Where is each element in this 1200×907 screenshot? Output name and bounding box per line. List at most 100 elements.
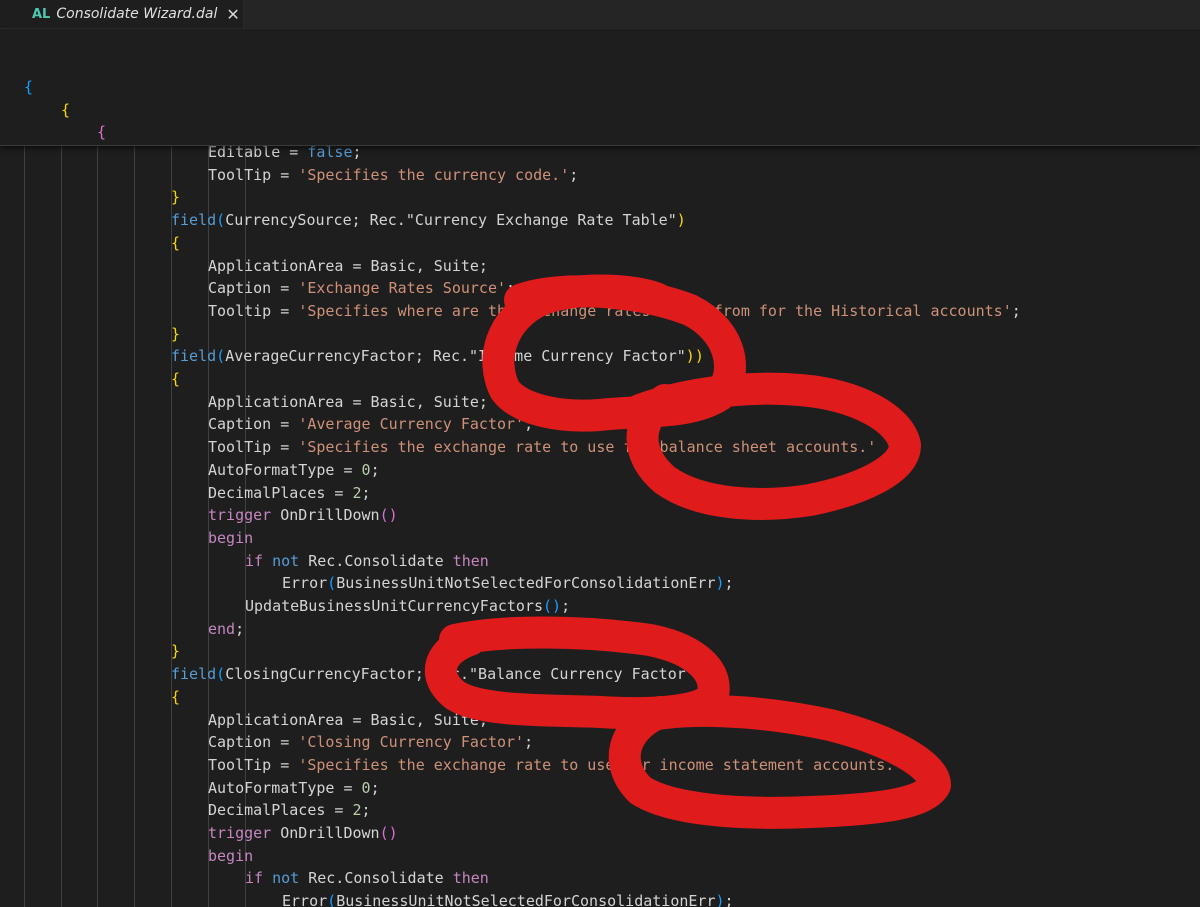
code-line[interactable]: ToolTip = 'Specifies the exchange rate t… (208, 436, 876, 459)
code-token: DecimalPlaces (208, 483, 326, 502)
code-line[interactable]: field(AverageCurrencyFactor; Rec."Income… (171, 345, 704, 368)
code-token: UpdateBusinessUnitCurrencyFactors (245, 597, 544, 615)
code-token: Tooltip (208, 301, 272, 320)
code-line[interactable]: if not Rec.Consolidate then (245, 550, 489, 573)
code-line[interactable]: { (171, 686, 180, 709)
code-token: { (171, 370, 181, 388)
sticky-brace-2[interactable]: { (61, 99, 70, 121)
code-token: 'Specifies the exchange rate to use for … (298, 755, 904, 774)
code-token: = (271, 301, 299, 320)
code-token: 'Specifies the exchange rate to use for … (298, 438, 877, 457)
code-token: ) (715, 574, 725, 593)
sticky-brace-1[interactable]: { (24, 76, 33, 98)
code-token: ( (216, 347, 226, 366)
code-line[interactable]: Error(BusinessUnitNotSelectedForConsolid… (282, 572, 734, 595)
code-token: = (271, 279, 299, 298)
code-line[interactable]: { (171, 368, 180, 391)
code-token: begin (208, 846, 254, 865)
code-line[interactable]: } (171, 323, 180, 346)
code-token: ; (361, 483, 371, 502)
code-token: AutoFormatType (208, 778, 335, 797)
code-token: 0 (361, 778, 371, 797)
code-line[interactable]: ApplicationArea = Basic, Suite; (208, 709, 488, 732)
code-line[interactable]: end; (208, 618, 244, 641)
code-token: CurrencySource; Rec. (225, 211, 406, 230)
code-line[interactable]: field(CurrencySource; Rec."Currency Exch… (171, 209, 686, 232)
indent-guide (171, 145, 172, 907)
code-token: ) (694, 665, 704, 684)
code-token: = (271, 755, 299, 774)
code-token: ; (370, 778, 380, 797)
code-token: = (334, 460, 362, 479)
code-token: DecimalPlaces (208, 801, 326, 820)
code-line[interactable]: Error(BusinessUnitNotSelectedForConsolid… (282, 890, 734, 907)
code-token: not (272, 869, 300, 888)
code-line[interactable]: AutoFormatType = 0; (208, 777, 380, 800)
code-token: ; (524, 415, 534, 434)
tab-consolidate-wizard[interactable]: AL Consolidate Wizard.dal ✕ (0, 0, 244, 28)
code-token: 'Specifies where are the exchange rates … (298, 301, 1012, 320)
code-token: ; (724, 574, 734, 593)
code-line[interactable]: begin (208, 845, 253, 868)
code-line[interactable]: Editable = false; (208, 145, 362, 164)
code-line[interactable]: trigger OnDrillDown() (208, 504, 398, 527)
code-token: ; (561, 597, 571, 615)
code-line[interactable]: ApplicationArea = Basic, Suite; (208, 391, 488, 414)
close-icon[interactable]: ✕ (226, 5, 239, 24)
indent-guide (134, 145, 135, 907)
code-token: begin (208, 528, 254, 547)
code-token: ( (327, 574, 337, 593)
code-line[interactable]: if not Rec.Consolidate then (245, 867, 489, 890)
code-line[interactable]: DecimalPlaces = 2; (208, 482, 371, 505)
code-token: ; (724, 892, 734, 907)
code-line[interactable]: } (171, 186, 180, 209)
code-line[interactable]: trigger OnDrillDown() (208, 822, 398, 845)
code-line[interactable]: { (171, 232, 180, 255)
code-token: OnDrillDown (280, 824, 380, 842)
code-token: = (280, 145, 308, 161)
code-token: ) (685, 347, 695, 366)
sticky-brace-3[interactable]: { (97, 121, 106, 143)
code-line[interactable]: Caption = 'Average Currency Factor'; (208, 413, 533, 436)
code-token: ; (569, 165, 579, 184)
code-line[interactable]: Tooltip = 'Specifies where are the excha… (208, 300, 1021, 323)
code-line[interactable]: ApplicationArea = Basic, Suite; (208, 255, 488, 278)
code-token: ; (1011, 301, 1021, 320)
code-line[interactable]: field(ClosingCurrencyFactor; Rec."Balanc… (171, 663, 704, 686)
code-token: = Basic, Suite; (343, 392, 488, 411)
code-line[interactable]: ToolTip = 'Specifies the currency code.'… (208, 164, 578, 187)
code-token: ClosingCurrencyFactor; Rec. (225, 665, 470, 684)
code-line[interactable]: } (171, 640, 180, 663)
code-line[interactable]: AutoFormatType = 0; (208, 459, 380, 482)
code-editor[interactable]: Editable = false; ToolTip = 'Specifies th… (0, 145, 1200, 907)
code-token: Editable (208, 145, 281, 161)
code-token: ( (327, 892, 337, 907)
code-line[interactable]: begin (208, 527, 253, 550)
code-token: then (452, 869, 489, 888)
code-token: "Income Currency Factor" (469, 347, 686, 366)
code-token: "Balance Currency Factor" (469, 665, 695, 684)
code-token: ; (235, 619, 245, 638)
code-token: } (171, 324, 181, 343)
code-token: AutoFormatType (208, 460, 335, 479)
code-token: () (379, 824, 398, 842)
code-line[interactable]: ToolTip = 'Specifies the exchange rate t… (208, 754, 912, 777)
code-line[interactable]: Caption = 'Exchange Rates Source'; (208, 277, 515, 300)
code-token: Error (282, 892, 328, 907)
code-line[interactable]: Caption = 'Closing Currency Factor'; (208, 731, 533, 754)
code-token: if (245, 551, 264, 570)
code-line[interactable]: UpdateBusinessUnitCurrencyFactors(); (245, 595, 570, 618)
code-token: ToolTip (208, 438, 272, 457)
code-token: = (334, 778, 362, 797)
code-token: if (245, 869, 264, 888)
code-line[interactable]: DecimalPlaces = 2; (208, 799, 371, 822)
code-token: "Currency Exchange Rate Table" (405, 211, 677, 230)
code-token: 2 (352, 483, 362, 502)
code-token: = Basic, Suite; (343, 710, 488, 729)
code-token: 'Exchange Rates Source' (298, 279, 507, 298)
code-token: ) (715, 892, 725, 907)
code-token: ; (352, 145, 362, 161)
code-token: { (171, 687, 181, 706)
